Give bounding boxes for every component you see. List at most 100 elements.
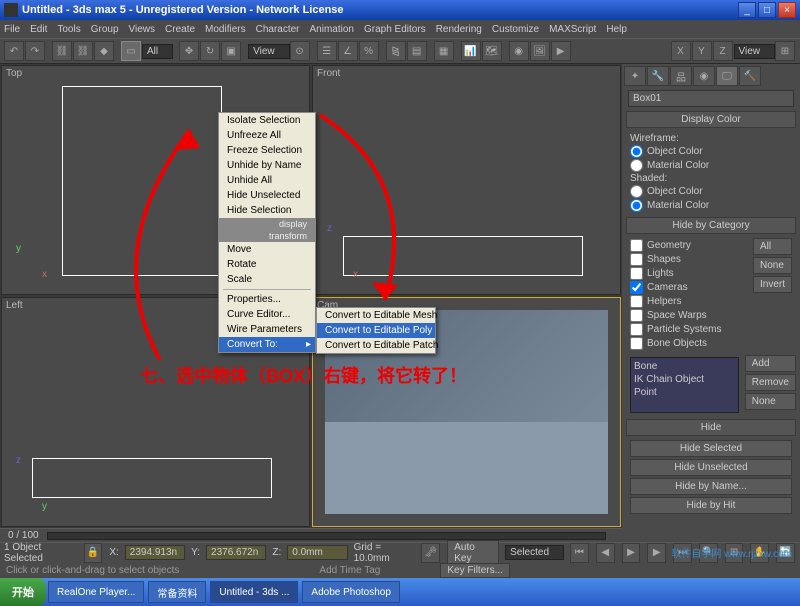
undo-button[interactable]: ↶	[4, 41, 24, 61]
align-button[interactable]: ▤	[407, 41, 427, 61]
menu-character[interactable]: Character	[256, 24, 300, 35]
close-button[interactable]: ×	[778, 2, 796, 18]
view-drop2[interactable]: View	[734, 44, 776, 59]
menu-group[interactable]: Group	[91, 24, 119, 35]
x-coord-field[interactable]: 2394.913n	[125, 545, 185, 560]
menu-rendering[interactable]: Rendering	[436, 24, 482, 35]
ctx-scale[interactable]: Scale	[219, 272, 315, 287]
hide-byname-button[interactable]: Hide by Name...	[630, 478, 792, 495]
redo-button[interactable]: ↷	[25, 41, 45, 61]
ctx-move[interactable]: Move	[219, 242, 315, 257]
ctx-freeze-selection[interactable]: Freeze Selection	[219, 143, 315, 158]
trackview-button[interactable]: 📊	[461, 41, 481, 61]
ctx-curve-editor[interactable]: Curve Editor...	[219, 307, 315, 322]
hide-rollout[interactable]: Hide	[626, 419, 796, 436]
lock-button[interactable]: 🔒	[84, 543, 103, 563]
prev-frame-button[interactable]: ◀	[596, 543, 615, 563]
restrict-button[interactable]: ⊞	[775, 41, 795, 61]
coord-system-drop[interactable]: View	[248, 44, 290, 59]
play-button[interactable]: ▶	[622, 543, 641, 563]
ctx-unfreeze-all[interactable]: Unfreeze All	[219, 128, 315, 143]
bind-button[interactable]: ◆	[94, 41, 114, 61]
ctx-convert-mesh[interactable]: Convert to Editable Mesh	[317, 308, 435, 323]
maximize-button[interactable]: □	[758, 2, 776, 18]
x-lock-button[interactable]: X	[671, 41, 691, 61]
ctx-convert-poly[interactable]: Convert to Editable Poly	[317, 323, 435, 338]
cb-helpers[interactable]	[630, 295, 643, 308]
selection-filter[interactable]: All	[142, 44, 173, 59]
hierarchy-tab[interactable]: 品	[670, 66, 692, 86]
shaded-matcolor-radio[interactable]	[630, 199, 643, 212]
timeline-slider[interactable]	[47, 532, 606, 540]
hide-selected-button[interactable]: Hide Selected	[630, 440, 792, 457]
menu-maxscript[interactable]: MAXScript	[549, 24, 596, 35]
ctx-isolate[interactable]: Isolate Selection	[219, 113, 315, 128]
viewport-front[interactable]: Front z x	[312, 65, 621, 295]
select-button[interactable]: ▭	[121, 41, 141, 61]
rotate-button[interactable]: ↻	[200, 41, 220, 61]
menu-modifiers[interactable]: Modifiers	[205, 24, 246, 35]
y-lock-button[interactable]: Y	[692, 41, 712, 61]
link-button[interactable]: ⛓	[52, 41, 72, 61]
ctx-convert-to[interactable]: Convert To:	[219, 337, 315, 352]
angle-snap-button[interactable]: ∠	[338, 41, 358, 61]
object-name-field[interactable]: Box01	[628, 90, 794, 107]
material-button[interactable]: ◉	[509, 41, 529, 61]
display-color-rollout[interactable]: Display Color	[626, 111, 796, 128]
menu-grapheditors[interactable]: Graph Editors	[364, 24, 426, 35]
ctx-convert-patch[interactable]: Convert to Editable Patch	[317, 338, 435, 353]
cat-invert-button[interactable]: Invert	[753, 276, 792, 293]
menu-edit[interactable]: Edit	[30, 24, 47, 35]
start-button[interactable]: 开始	[0, 578, 46, 606]
menu-file[interactable]: File	[4, 24, 20, 35]
move-button[interactable]: ✥	[179, 41, 199, 61]
menu-create[interactable]: Create	[165, 24, 195, 35]
menu-customize[interactable]: Customize	[492, 24, 539, 35]
hide-unselected-button[interactable]: Hide Unselected	[630, 459, 792, 476]
menu-views[interactable]: Views	[129, 24, 156, 35]
ctx-unhide-all[interactable]: Unhide All	[219, 173, 315, 188]
key-icon[interactable]: 🗝	[421, 543, 440, 563]
schematic-button[interactable]: 🗺	[482, 41, 502, 61]
utilities-tab[interactable]: 🔨	[739, 66, 761, 86]
cb-lights[interactable]	[630, 267, 643, 280]
modify-tab[interactable]: 🔧	[647, 66, 669, 86]
ctx-properties[interactable]: Properties...	[219, 292, 315, 307]
z-coord-field[interactable]: 0.0mm	[287, 545, 347, 560]
z-lock-button[interactable]: Z	[713, 41, 733, 61]
mirror-button[interactable]: ⧎	[386, 41, 406, 61]
cb-geometry[interactable]	[630, 239, 643, 252]
ctx-rotate[interactable]: Rotate	[219, 257, 315, 272]
next-frame-button[interactable]: ▶	[647, 543, 666, 563]
bone-list[interactable]: Bone IK Chain Object Point	[630, 357, 739, 413]
cat-all-button[interactable]: All	[753, 238, 792, 255]
cb-shapes[interactable]	[630, 253, 643, 266]
menu-animation[interactable]: Animation	[310, 24, 354, 35]
display-tab[interactable]: 🖵	[716, 66, 738, 86]
shaded-objcolor-radio[interactable]	[630, 185, 643, 198]
goto-start-button[interactable]: ⏮	[570, 543, 589, 563]
motion-tab[interactable]: ◉	[693, 66, 715, 86]
menu-help[interactable]: Help	[606, 24, 627, 35]
cb-spacewarps[interactable]	[630, 309, 643, 322]
pivot-button[interactable]: ⊙	[290, 41, 310, 61]
time-tag-field[interactable]: Add Time Tag	[319, 565, 380, 576]
quick-render-button[interactable]: ▶	[551, 41, 571, 61]
keymode-drop[interactable]: Selected	[505, 545, 564, 560]
cb-bones[interactable]	[630, 337, 643, 350]
scale-button[interactable]: ▣	[221, 41, 241, 61]
cat-none-button[interactable]: None	[753, 257, 792, 274]
ctx-wire-params[interactable]: Wire Parameters	[219, 322, 315, 337]
layer-button[interactable]: ▦	[434, 41, 454, 61]
menu-tools[interactable]: Tools	[57, 24, 80, 35]
pct-snap-button[interactable]: %	[359, 41, 379, 61]
wireframe-matcolor-radio[interactable]	[630, 159, 643, 172]
key-filters-button[interactable]: Key Filters...	[440, 563, 510, 578]
snap-button[interactable]: ☰	[317, 41, 337, 61]
cb-cameras[interactable]	[630, 281, 643, 294]
bone-remove-button[interactable]: Remove	[745, 374, 796, 391]
ctx-unhide-byname[interactable]: Unhide by Name	[219, 158, 315, 173]
wireframe-objcolor-radio[interactable]	[630, 145, 643, 158]
render-scene-button[interactable]: 🖼	[530, 41, 550, 61]
ctx-hide-unselected[interactable]: Hide Unselected	[219, 188, 315, 203]
